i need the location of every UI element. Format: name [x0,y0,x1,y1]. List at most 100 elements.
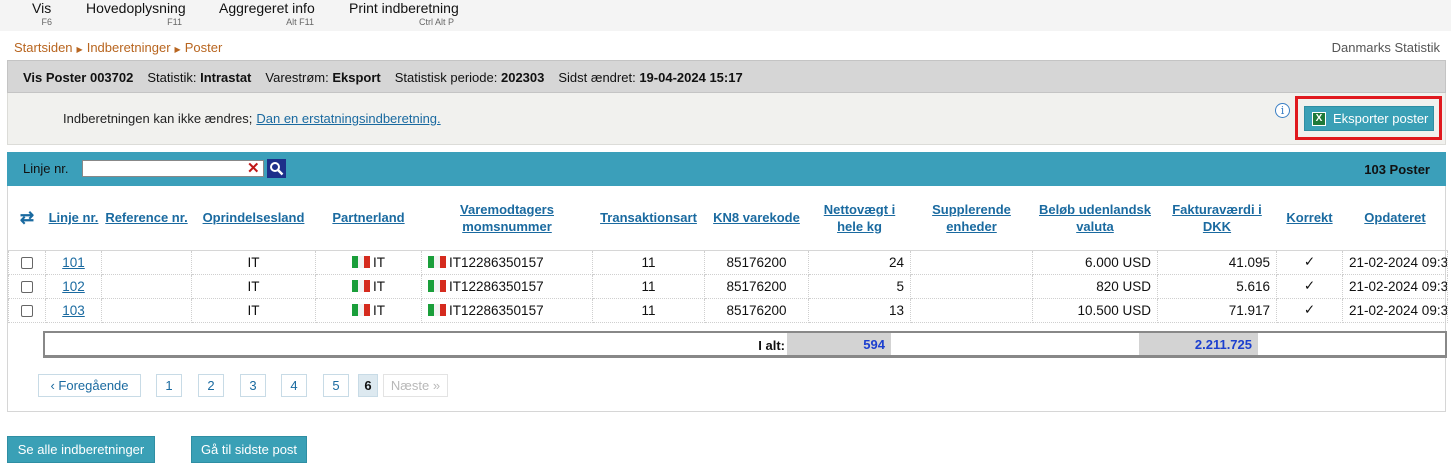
row-checkbox[interactable] [21,280,33,293]
refresh-header[interactable]: ⇄ [8,186,46,251]
varestrom-value: Eksport [332,70,381,85]
fakturavaerdi-cell: 41.095 [1157,249,1277,275]
kn8-cell: 85176200 [704,273,809,299]
italy-flag-icon [352,279,370,292]
transaktionsart-cell: 11 [592,249,705,275]
pagination-page[interactable]: 5 [323,374,349,397]
row-select-cell [8,273,46,299]
beloeb-cell: 6.000 USD [1032,249,1158,275]
pagination-page[interactable]: 3 [240,374,266,397]
periode-label: Statistisk periode: [394,70,498,85]
momsnummer-cell: IT12286350157 [421,297,593,323]
header-info-bar: Vis Poster 003702 Statistik: Intrastat Var… [7,60,1446,93]
aendret-label: Sidst ændret: [558,70,636,85]
pagination-page[interactable]: 1 [156,374,182,397]
post-count: 103 Poster [1364,162,1430,177]
italy-flag-icon [428,279,446,292]
statistik-value: Intrastat [200,70,252,85]
linje-cell: 103 [45,297,102,323]
totals-faktura: 2.211.725 [1139,333,1258,355]
periode-value: 202303 [500,70,545,85]
opdateret-cell: 21-02-2024 09:34 [1342,273,1448,299]
column-header[interactable]: KN8 varekode [704,186,809,251]
row-checkbox[interactable] [21,304,33,317]
excel-icon: X [1312,112,1326,126]
menu-hovedoplysning-label: Hovedoplysning [86,0,186,16]
go-to-last-post-button[interactable]: Gå til sidste post [191,436,307,463]
column-header[interactable]: Korrekt [1276,186,1343,251]
italy-flag-icon [428,255,446,268]
notice-bar: Indberetningen kan ikke ændres; Dan en er… [7,93,1446,145]
search-icon [270,162,284,176]
fakturavaerdi-cell: 71.917 [1157,297,1277,323]
line-number-search-input[interactable] [82,160,264,177]
pagination-previous[interactable]: ‹ Foregående [38,374,141,397]
notice-message: Indberetningen kan ikke ændres; [63,111,253,126]
column-header[interactable]: Partnerland [315,186,422,251]
totals-netto: 594 [787,333,891,355]
momsnummer-value: IT12286350157 [449,302,544,318]
search-button[interactable] [267,159,286,178]
transaktionsart-cell: 11 [592,273,705,299]
pagination-page[interactable]: 4 [281,374,307,397]
filter-label: Linje nr. [23,161,69,176]
line-number-link[interactable]: 103 [62,303,85,318]
menu-aggregeret-info-shortcut: Alt F11 [286,17,314,27]
linje-cell: 101 [45,249,102,275]
column-header[interactable]: Varemodtagers momsnummer [421,186,593,251]
beloeb-cell: 820 USD [1032,273,1158,299]
menu-hovedoplysning[interactable]: Hovedoplysning F11 [86,0,186,31]
line-number-link[interactable]: 101 [62,255,85,270]
line-number-link[interactable]: 102 [62,279,85,294]
table-row: 103 IT IT IT12286350157 11 85176200 13 10.500 U… [8,297,1448,323]
pagination-current-page: 6 [358,374,378,397]
info-icon[interactable]: i [1275,103,1290,118]
partnerland-value: IT [373,278,385,294]
breadcrumb-separator-icon: ▶ [174,45,181,54]
column-header[interactable]: Beløb udenlandsk valuta [1032,186,1158,251]
column-header[interactable]: Transaktionsart [592,186,705,251]
aendret-value: 19-04-2024 15:17 [639,70,743,85]
menu-vis-label: Vis [32,0,52,16]
menu-print-indberetning-shortcut: Ctrl Alt P [418,17,454,27]
breadcrumb-startsiden[interactable]: Startsiden [14,40,73,55]
column-header[interactable]: Linje nr. [45,186,102,251]
breadcrumb-poster: Poster [184,40,223,55]
menu-vis[interactable]: Vis F6 [18,0,54,31]
column-header[interactable]: Oprindelsesland [191,186,316,251]
table-row: 101 IT IT IT12286350157 11 85176200 24 6.000 US… [8,249,1448,275]
momsnummer-value: IT12286350157 [449,278,544,294]
menu-aggregeret-info-label: Aggregeret info [219,0,315,16]
export-posts-label: Eksporter poster [1333,111,1429,126]
menu-aggregeret-info[interactable]: Aggregeret info Alt F11 [219,0,315,31]
table-header-row: ⇄ Linje nr. Reference nr. Oprindelseslan… [8,186,1448,251]
breadcrumb-indberetninger[interactable]: Indberetninger [87,40,171,55]
supplerende-cell [910,273,1033,299]
see-all-reports-button[interactable]: Se alle indberetninger [7,436,155,463]
oprindelsesland-cell: IT [191,297,316,323]
header-info-text: Vis Poster 003702 Statistik: Intrastat Var… [23,70,743,85]
partnerland-cell: IT [315,273,422,299]
column-header[interactable]: Fakturaværdi i DKK [1157,186,1277,251]
oprindelsesland-cell: IT [191,273,316,299]
column-header[interactable]: Nettovægt i hele kg [808,186,911,251]
column-header[interactable]: Supplerende enheder [910,186,1033,251]
pagination-page[interactable]: 2 [198,374,224,397]
posts-table-container: ⇄ Linje nr. Reference nr. Oprindelseslan… [7,186,1448,412]
refresh-icon[interactable]: ⇄ [20,209,34,226]
menu-print-indberetning[interactable]: Print indberetning Ctrl Alt P [349,0,459,31]
column-header[interactable]: Reference nr. [101,186,192,251]
column-header[interactable]: Opdateret [1342,186,1448,251]
clear-icon[interactable]: ✕ [247,159,260,177]
italy-flag-icon [428,303,446,316]
create-replacement-link[interactable]: Dan en erstatningsindberetning. [256,111,440,126]
supplerende-cell [910,297,1033,323]
nettovaegt-cell: 24 [808,249,911,275]
totals-label: I alt: [758,338,785,353]
export-posts-button[interactable]: X Eksporter poster [1304,106,1434,131]
row-checkbox[interactable] [21,256,33,269]
transaktionsart-cell: 11 [592,297,705,323]
linje-cell: 102 [45,273,102,299]
kn8-cell: 85176200 [704,249,809,275]
fakturavaerdi-cell: 5.616 [1157,273,1277,299]
